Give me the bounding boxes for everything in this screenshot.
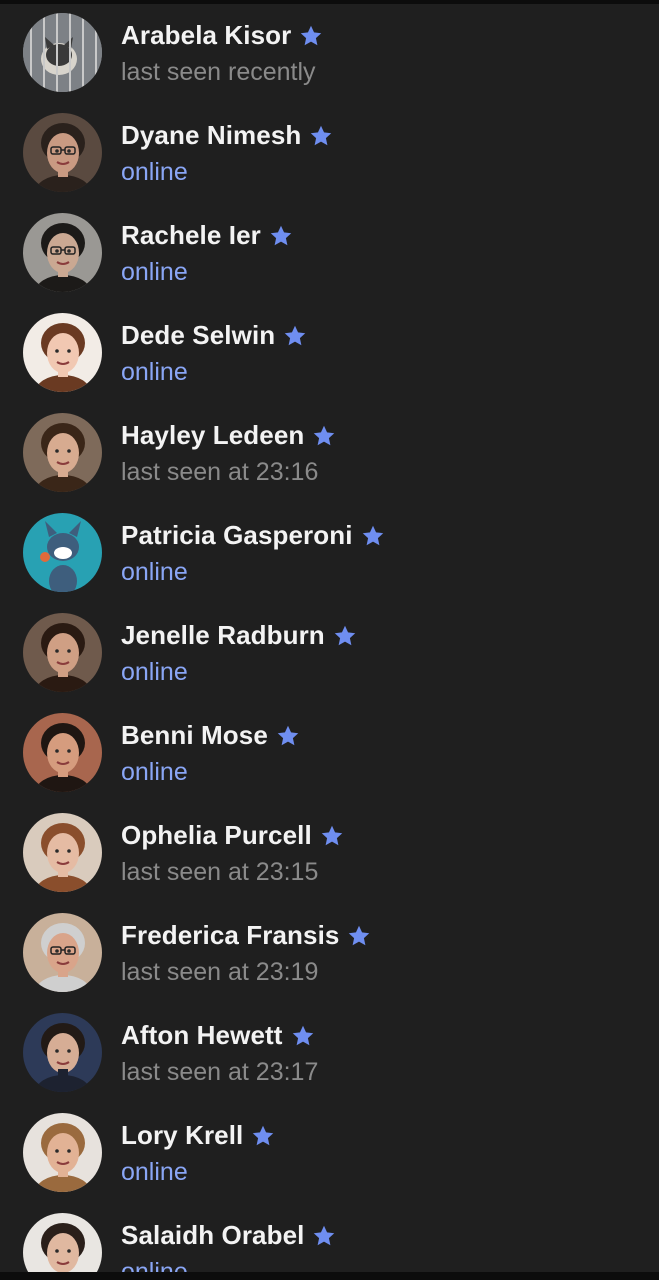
contact-row[interactable]: Salaidh Orabel online	[0, 1200, 659, 1272]
star-icon	[333, 624, 357, 648]
contact-status: online	[121, 358, 188, 386]
contact-row[interactable]: Dyane Nimesh online	[0, 100, 659, 200]
star-icon	[269, 224, 293, 248]
contact-status: last seen at 23:19	[121, 958, 319, 986]
toddler-avatar[interactable]	[23, 313, 102, 392]
contact-row[interactable]: Benni Mose online	[0, 700, 659, 800]
contact-status: online	[121, 1258, 188, 1272]
contact-row[interactable]: Patricia Gasperoni online	[0, 500, 659, 600]
star-icon	[320, 824, 344, 848]
star-icon	[347, 924, 371, 948]
man-smiling-avatar[interactable]	[23, 713, 102, 792]
contacts-screen: Arabela Kisor last seen recently Dyane N…	[0, 0, 659, 1280]
contact-row[interactable]: Lory Krell online	[0, 1100, 659, 1200]
star-icon	[283, 324, 307, 348]
contact-status: last seen at 23:16	[121, 458, 319, 486]
navigation-bar-edge	[0, 1272, 659, 1280]
contact-row[interactable]: Jenelle Radburn online	[0, 600, 659, 700]
contact-name: Hayley Ledeen	[121, 420, 305, 450]
woman-headband-avatar[interactable]	[23, 1213, 102, 1272]
woman-smiling-avatar[interactable]	[23, 413, 102, 492]
cat-photo-avatar[interactable]	[23, 13, 102, 92]
contact-status: last seen at 23:15	[121, 858, 319, 886]
contact-status: last seen recently	[121, 58, 316, 86]
contact-name: Benni Mose	[121, 720, 268, 750]
contact-name: Patricia Gasperoni	[121, 520, 353, 550]
woman-glasses-avatar[interactable]	[23, 213, 102, 292]
contact-name: Dede Selwin	[121, 320, 276, 350]
contact-row[interactable]: Rachele Ier online	[0, 200, 659, 300]
contact-status: online	[121, 158, 188, 186]
older-man-glasses-avatar[interactable]	[23, 913, 102, 992]
contact-status: online	[121, 758, 188, 786]
contact-name: Afton Hewett	[121, 1020, 283, 1050]
contact-name: Lory Krell	[121, 1120, 244, 1150]
contact-name: Salaidh Orabel	[121, 1220, 305, 1250]
star-icon	[309, 124, 333, 148]
man-glasses-avatar[interactable]	[23, 113, 102, 192]
contact-status: last seen at 23:17	[121, 1058, 319, 1086]
contact-name: Dyane Nimesh	[121, 120, 302, 150]
star-icon	[312, 424, 336, 448]
contact-row[interactable]: Afton Hewett last seen at 23:17	[0, 1000, 659, 1100]
contact-name: Jenelle Radburn	[121, 620, 325, 650]
star-icon	[276, 724, 300, 748]
contact-list[interactable]: Arabela Kisor last seen recently Dyane N…	[0, 0, 659, 1272]
star-icon	[312, 1224, 336, 1248]
star-icon	[299, 24, 323, 48]
woman-auburn-avatar[interactable]	[23, 813, 102, 892]
woman-dark-hair-avatar[interactable]	[23, 613, 102, 692]
star-icon	[291, 1024, 315, 1048]
contact-row[interactable]: Arabela Kisor last seen recently	[0, 0, 659, 100]
contact-status: online	[121, 258, 188, 286]
contact-row[interactable]: Ophelia Purcell last seen at 23:15	[0, 800, 659, 900]
contact-row[interactable]: Hayley Ledeen last seen at 23:16	[0, 400, 659, 500]
woman-blonde-avatar[interactable]	[23, 1113, 102, 1192]
contact-row[interactable]: Dede Selwin online	[0, 300, 659, 400]
contact-name: Rachele Ier	[121, 220, 261, 250]
contact-name: Ophelia Purcell	[121, 820, 312, 850]
contact-status: online	[121, 558, 188, 586]
contact-status: online	[121, 1158, 188, 1186]
star-icon	[361, 524, 385, 548]
contact-name: Arabela Kisor	[121, 20, 292, 50]
star-icon	[251, 1124, 275, 1148]
contact-name: Frederica Fransis	[121, 920, 340, 950]
contact-row[interactable]: Frederica Fransis last seen at 23:19	[0, 900, 659, 1000]
cartoon-cat-avatar[interactable]	[23, 513, 102, 592]
contact-status: online	[121, 658, 188, 686]
man-suit-avatar[interactable]	[23, 1013, 102, 1092]
